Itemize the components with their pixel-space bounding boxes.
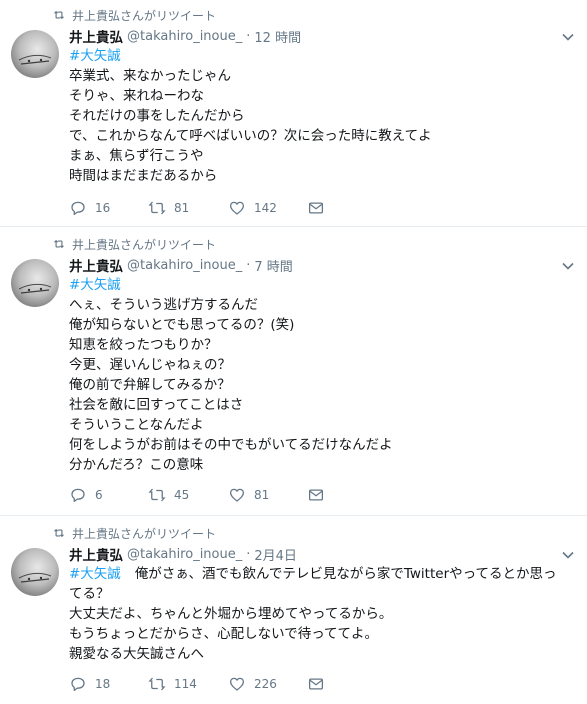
tweet-line: 卒業式、来なかったじゃん [69,68,231,84]
heart-icon [229,201,245,215]
retweet-context-text: 井上貴弘さんがリツイート [72,526,217,541]
tweet-line: 何をしようがお前はその中でもがいてるだけなんだよ [69,437,393,453]
like-count: 81 [254,488,270,502]
reply-button[interactable]: 6 [69,486,148,504]
reply-count: 18 [95,677,111,691]
heart-icon [229,677,245,691]
reply-count: 6 [95,488,103,502]
direct-message-button[interactable] [307,675,325,693]
retweet-icon [148,201,166,215]
separator-dot: · [246,546,251,562]
chevron-down-icon[interactable] [561,548,575,562]
tweet-line: 俺の前で弁解してみるか？ [69,377,231,393]
chevron-down-icon[interactable] [561,30,575,44]
tweet-time[interactable]: 7 時間 [254,256,292,275]
avatar[interactable] [11,548,59,596]
retweet-button[interactable]: 45 [148,486,228,504]
tweet-line: 今更、遅いんじゃねぇの？ [69,357,231,373]
tweet-line: まぁ、焦らず行こうや [69,148,204,164]
tweet-text: #大矢誠 卒業式、来なかったじゃん そりゃ、来れねーわな それだけの事をしたんだ… [69,46,574,186]
tweet-line: へぇ、そういう逃げ方するんだ [69,297,258,313]
separator-dot: · [246,257,251,273]
retweet-count: 81 [174,201,190,215]
tweet-line: 親愛なる大矢誠さんへ [69,646,204,662]
tweet[interactable]: 井上貴弘さんがリツイート 井上貴弘 @takahiro_inoue_ · 2月4… [0,516,587,704]
like-count: 142 [254,201,277,215]
author-handle[interactable]: @takahiro_inoue_ [127,29,242,44]
tweet-line: で、これからなんて呼べばいいの？次に会った時に教えてよ [69,128,432,144]
tweet-line: 俺がさぁ、酒でも飲んでテレビ見ながら家でTwitterやってるとか思ってる？ [69,566,557,602]
retweet-context: 井上貴弘さんがリツイート [52,235,216,253]
retweet-icon [148,488,166,502]
retweet-button[interactable]: 114 [148,675,228,693]
tweet-text: #大矢誠 俺がさぁ、酒でも飲んでテレビ見ながら家でTwitterやってるとか思って… [69,564,569,664]
tweet-line: 俺が知らないとでも思ってるの？(笑) [69,317,295,333]
retweet-context: 井上貴弘さんがリツイート [52,6,216,24]
envelope-icon [308,678,324,690]
chevron-down-icon[interactable] [561,259,575,273]
direct-message-button[interactable] [307,486,325,504]
tweet-time[interactable]: 2月4日 [254,545,297,564]
author-name[interactable]: 井上貴弘 [69,544,123,564]
hashtag[interactable]: #大矢誠 [69,566,121,582]
retweet-context: 井上貴弘さんがリツイート [52,524,216,542]
retweet-context-text: 井上貴弘さんがリツイート [72,8,217,23]
author-handle[interactable]: @takahiro_inoue_ [127,258,242,273]
separator-dot: · [246,28,251,44]
tweet-header: 井上貴弘 @takahiro_inoue_ · 2月4日 [69,544,297,565]
avatar[interactable] [11,30,59,78]
retweet-button[interactable]: 81 [148,199,228,217]
tweet-line: それだけの事をしたんだから [69,108,245,124]
retweet-icon [53,10,65,20]
reply-button[interactable]: 16 [69,199,148,217]
tweet-header: 井上貴弘 @takahiro_inoue_ · 7 時間 [69,255,293,276]
retweet-icon [53,239,65,249]
tweet-line: 分かんだろ？この意味 [69,457,204,473]
envelope-icon [308,489,324,501]
like-button[interactable]: 226 [228,675,307,693]
author-name[interactable]: 井上貴弘 [69,26,123,46]
tweet-text: #大矢誠 へぇ、そういう逃げ方するんだ 俺が知らないとでも思ってるの？(笑) 知… [69,275,574,475]
hashtag[interactable]: #大矢誠 [69,275,574,295]
tweet-time[interactable]: 12 時間 [254,27,301,46]
tweet-line: 時間はまだまだあるから [69,168,218,184]
like-button[interactable]: 142 [228,199,307,217]
like-button[interactable]: 81 [228,486,307,504]
tweet-first-line: #大矢誠 俺がさぁ、酒でも飲んでテレビ見ながら家でTwitterやってるとか思って… [69,564,569,604]
reply-button[interactable]: 18 [69,675,148,693]
tweet-line: そりゃ、来れねーわな [69,88,204,104]
tweet[interactable]: 井上貴弘さんがリツイート 井上貴弘 @takahiro_inoue_ · 7 時… [0,227,587,516]
tweet-header: 井上貴弘 @takahiro_inoue_ · 12 時間 [69,26,301,47]
avatar[interactable] [11,259,59,307]
retweet-icon [53,528,65,538]
hashtag[interactable]: #大矢誠 [69,46,574,66]
tweet-line: そういうことなんだよ [69,417,204,433]
author-name[interactable]: 井上貴弘 [69,255,123,275]
reply-icon [71,488,85,503]
author-handle[interactable]: @takahiro_inoue_ [127,547,242,562]
direct-message-button[interactable] [307,199,325,217]
retweet-count: 45 [174,488,190,502]
retweet-icon [148,677,166,691]
tweet-line: 知恵を絞ったつもりか？ [69,337,218,353]
reply-count: 16 [95,201,111,215]
tweet-line: 社会を敵に回すってことはさ [69,397,244,413]
retweet-count: 114 [174,677,197,691]
like-count: 226 [254,677,277,691]
reply-icon [71,201,85,216]
retweet-context-text: 井上貴弘さんがリツイート [72,237,217,252]
heart-icon [229,488,245,502]
reply-icon [71,677,85,692]
tweet[interactable]: 井上貴弘さんがリツイート 井上貴弘 @takahiro_inoue_ · 12 … [0,0,587,227]
tweet-actions: 18 114 226 [69,674,325,694]
tweet-actions: 6 45 81 [69,485,325,505]
envelope-icon [308,202,324,214]
tweet-actions: 16 81 142 [69,198,325,218]
tweet-line: 大丈夫だよ、ちゃんと外堀から埋めてやってるから。 [69,606,393,622]
tweet-line: もうちょっとだからさ、心配しないで待っててよ。 [69,626,379,642]
